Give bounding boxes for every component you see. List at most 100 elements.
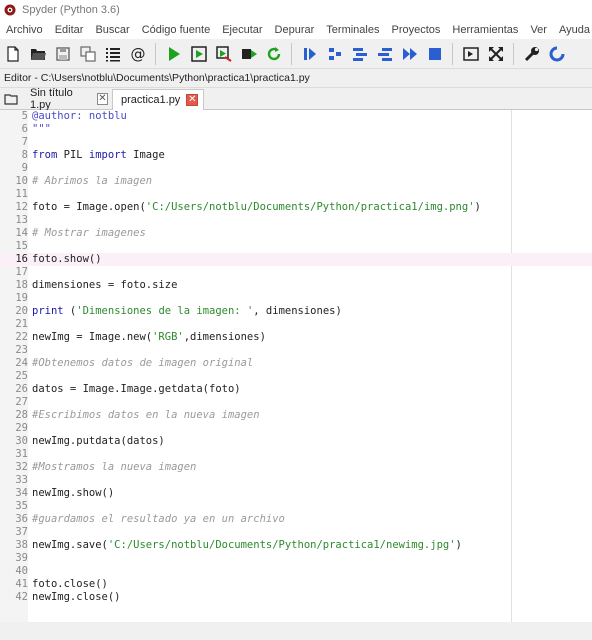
line-number: 23 [15,344,28,356]
code-line[interactable]: 14 # Mostrar imagenes [0,227,592,240]
run-selection-button[interactable] [238,43,260,65]
code-line[interactable]: 9 [0,162,592,175]
menu-ejecutar[interactable]: Ejecutar [216,24,268,36]
code-line[interactable]: 20 print ('Dimensiones de la imagen: ', d… [0,305,592,318]
step-into-button[interactable] [349,43,371,65]
code-token: ) [474,201,481,213]
tab-sin-titulo[interactable]: Sin título 1.py ✕ [22,87,108,111]
save-all-button[interactable] [77,43,99,65]
fullscreen-button[interactable] [485,43,507,65]
stop-button[interactable] [424,43,446,65]
code-text: foto = Image.open('C:/Users/notblu/Docum… [32,201,481,214]
at-sign-icon: @ [130,45,145,63]
code-line[interactable]: 28 #Escribimos datos en la nueva imagen [0,409,592,422]
menu-buscar[interactable]: Buscar [89,24,135,36]
run-cell-advance-button[interactable] [213,43,235,65]
code-line[interactable]: 22 newImg = Image.new('RGB',dimensiones) [0,331,592,344]
close-tab-icon[interactable]: ✕ [96,93,108,105]
code-text: from PIL import Image [32,149,165,162]
code-line[interactable]: 6 """ [0,123,592,136]
menu-terminales[interactable]: Terminales [320,24,385,36]
code-line[interactable]: 35 [0,500,592,513]
code-token: PIL [57,149,89,161]
code-line[interactable]: 38 newImg.save('C:/Users/notblu/Documents… [0,539,592,552]
code-line[interactable]: 37 [0,526,592,539]
menu-archivo[interactable]: Archivo [0,24,49,36]
step-icon [328,47,341,60]
maximize-pane-button[interactable] [460,43,482,65]
line-number: 6 [21,123,28,135]
save-icon [55,46,70,61]
new-file-button[interactable] [2,43,24,65]
code-line[interactable]: 32 #Mostramos la nueva imagen [0,461,592,474]
code-line[interactable]: 21 [0,318,592,331]
code-line[interactable]: 19 [0,292,592,305]
code-text: # Abrimos la imagen [32,175,153,187]
rerun-button[interactable] [263,43,285,65]
code-line[interactable]: 8 from PIL import Image [0,149,592,162]
python-path-button[interactable] [546,43,568,65]
debug-button[interactable] [299,43,321,65]
code-line[interactable]: 24 #Obtenemos datos de imagen original [0,357,592,370]
run-button[interactable] [163,43,185,65]
menu-depurar[interactable]: Depurar [269,24,321,36]
code-line[interactable]: 29 [0,422,592,435]
line-number: 11 [15,188,28,200]
code-token: ( [63,305,77,317]
continue-button[interactable] [399,43,421,65]
code-editor[interactable]: 5 @author: notblu 6 """ 7 8 from PIL import Im… [0,110,592,622]
menu-editar[interactable]: Editar [49,24,90,36]
code-line[interactable]: 41 foto.close() [0,578,592,591]
code-line[interactable]: 18 dimensiones = foto.size [0,279,592,292]
debug-icon [303,47,316,60]
code-line[interactable]: 15 [0,240,592,253]
code-line[interactable]: 31 [0,448,592,461]
code-line[interactable]: 16 foto.show() [0,253,592,266]
line-number: 27 [15,396,28,408]
tab-practica1[interactable]: practica1.py ✕ [112,89,204,110]
code-line[interactable]: 12 foto = Image.open('C:/Users/notblu/Doc… [0,201,592,214]
code-text: #Obtenemos datos de imagen original [32,357,254,369]
code-line[interactable]: 11 [0,188,592,201]
code-line[interactable]: 42 newImg.close() [0,591,592,604]
code-line[interactable]: 36 #guardamos el resultado ya en un archi… [0,513,592,526]
code-line[interactable]: 39 [0,552,592,565]
code-line[interactable]: 33 [0,474,592,487]
outline-button[interactable] [102,43,124,65]
menu-ver[interactable]: Ver [524,24,553,36]
code-line[interactable]: 27 [0,396,592,409]
preferences-button[interactable] [521,43,543,65]
code-line[interactable]: 13 [0,214,592,227]
close-tab-icon[interactable]: ✕ [186,94,199,106]
line-number: 32 [15,461,28,473]
open-folder-icon [30,48,46,60]
menu-herramientas[interactable]: Herramientas [446,24,524,36]
run-cell-button[interactable] [188,43,210,65]
line-number: 16 [15,253,28,265]
code-line[interactable]: 7 [0,136,592,149]
editor-path-label: Editor - C:\Users\notblu\Documents\Pytho… [4,72,310,84]
line-number: 33 [15,474,28,486]
svg-text:@: @ [130,45,145,63]
line-number: 40 [15,565,28,577]
code-text: #Mostramos la nueva imagen [32,461,197,473]
step-button[interactable] [324,43,346,65]
line-number: 18 [15,279,28,291]
menu-codigo-fuente[interactable]: Código fuente [136,24,217,36]
code-line[interactable]: 30 newImg.putdata(datos) [0,435,592,448]
code-line[interactable]: 40 [0,565,592,578]
menu-ayuda[interactable]: Ayuda [553,24,592,36]
code-line[interactable]: 5 @author: notblu [0,110,592,123]
code-line[interactable]: 17 [0,266,592,279]
code-line[interactable]: 23 [0,344,592,357]
email-button[interactable]: @ [127,43,149,65]
save-button[interactable] [52,43,74,65]
code-line[interactable]: 25 [0,370,592,383]
menu-proyectos[interactable]: Proyectos [385,24,446,36]
code-line[interactable]: 26 datos = Image.Image.getdata(foto) [0,383,592,396]
code-line[interactable]: 10 # Abrimos la imagen [0,175,592,188]
step-return-button[interactable] [374,43,396,65]
open-file-button[interactable] [27,43,49,65]
browse-tabs-icon[interactable] [4,92,18,106]
code-line[interactable]: 34 newImg.show() [0,487,592,500]
